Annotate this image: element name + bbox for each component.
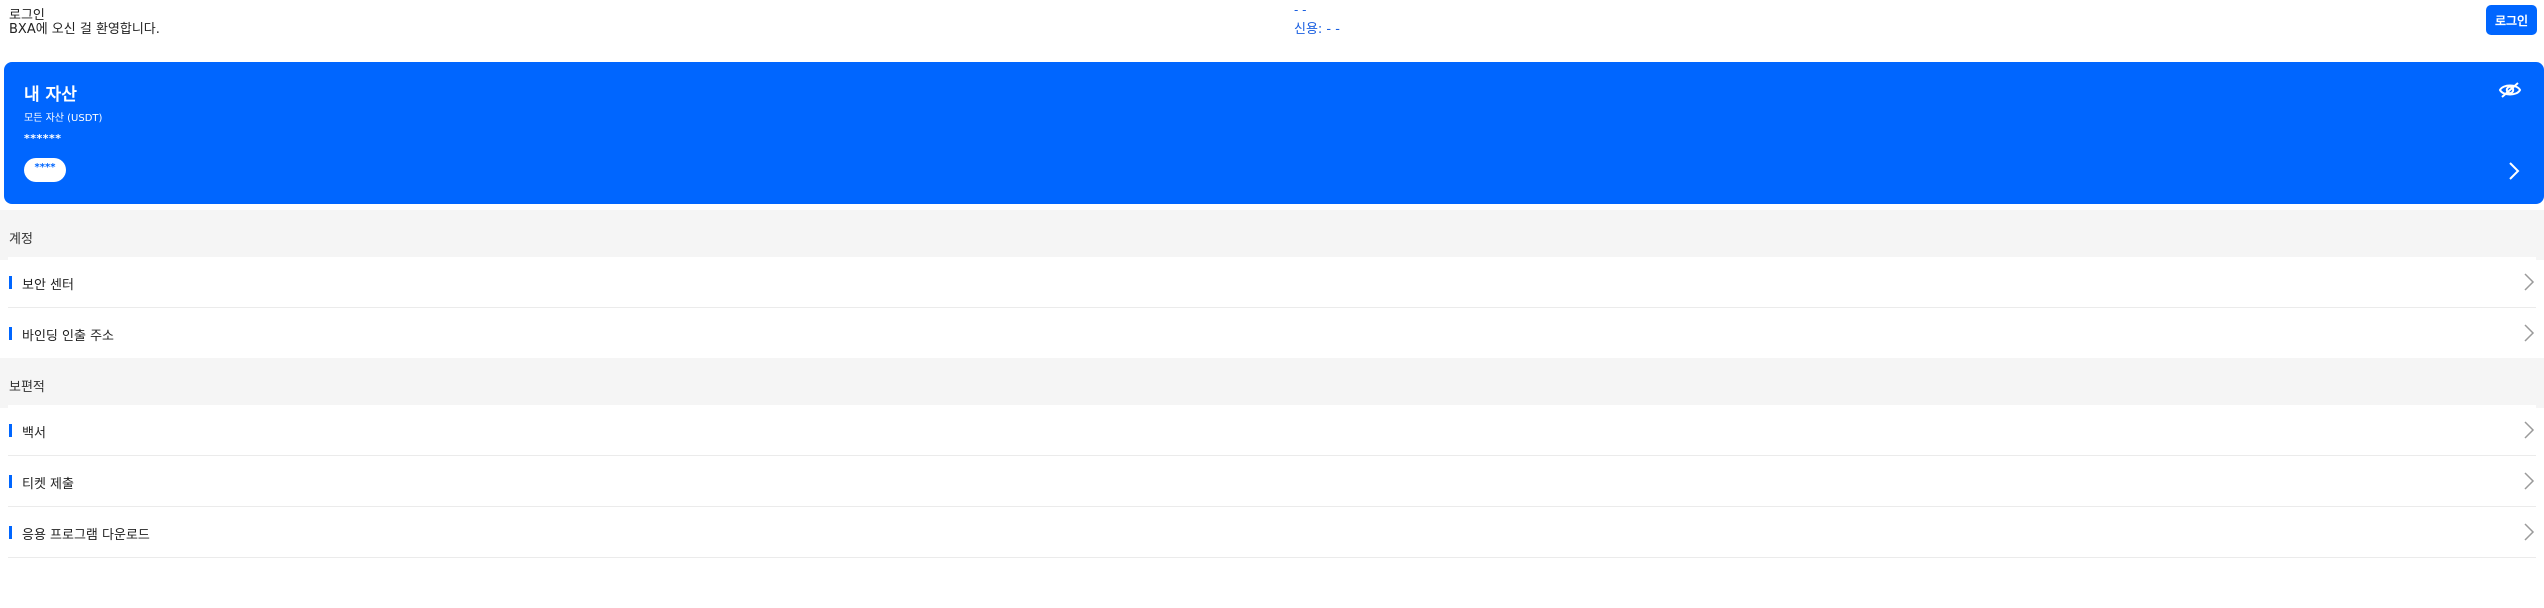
menu-item-whitepaper[interactable]: 백서 <box>8 405 2536 456</box>
row-accent-bar <box>9 424 12 437</box>
chevron-right-icon <box>2522 272 2536 292</box>
section-label: 계정 <box>9 232 33 247</box>
chevron-right-icon[interactable] <box>2506 160 2522 182</box>
row-accent-bar <box>9 475 12 488</box>
menu-item-app-download[interactable]: 응용 프로그램 다운로드 <box>8 507 2536 558</box>
menu-item-security-center[interactable]: 보안 센터 <box>8 257 2536 308</box>
menu-item-label: 응용 프로그램 다운로드 <box>22 528 150 543</box>
chevron-right-icon <box>2522 420 2536 440</box>
menu-item-label: 백서 <box>22 426 46 441</box>
menu-item-submit-ticket[interactable]: 티켓 제출 <box>8 456 2536 507</box>
section-header-general: 보편적 <box>0 358 2544 408</box>
eye-hidden-icon[interactable] <box>2498 78 2522 102</box>
welcome-text: BXA에 오신 걸 환영합니다. <box>9 22 160 37</box>
asset-pill: **** <box>24 158 66 182</box>
section-header-account: 계정 <box>0 210 2544 260</box>
chevron-right-icon <box>2522 522 2536 542</box>
chevron-right-icon <box>2522 471 2536 491</box>
asset-card-subtitle: 모든 자산 (USDT) <box>24 113 103 124</box>
top-bar: 로그인 BXA에 오신 걸 환영합니다. - - 신용: - - 로그인 <box>0 0 2544 58</box>
row-accent-bar <box>9 276 12 289</box>
my-assets-card[interactable]: 내 자산 모든 자산 (USDT) ****** **** <box>4 62 2544 204</box>
menu-item-label: 보안 센터 <box>22 278 74 293</box>
menu-item-withdraw-address[interactable]: 바인딩 인출 주소 <box>8 308 2536 359</box>
login-button[interactable]: 로그인 <box>2486 5 2537 35</box>
chevron-right-icon <box>2522 323 2536 343</box>
row-accent-bar <box>9 526 12 539</box>
asset-card-title: 내 자산 <box>24 85 77 105</box>
menu-item-label: 바인딩 인출 주소 <box>22 329 114 344</box>
menu-item-label: 티켓 제출 <box>22 477 74 492</box>
uid-placeholder: - - <box>1294 3 1307 17</box>
section-label: 보편적 <box>9 380 45 395</box>
asset-masked-value: ****** <box>24 132 62 145</box>
credit-score: 신용: - - <box>1294 22 1340 37</box>
row-accent-bar <box>9 327 12 340</box>
